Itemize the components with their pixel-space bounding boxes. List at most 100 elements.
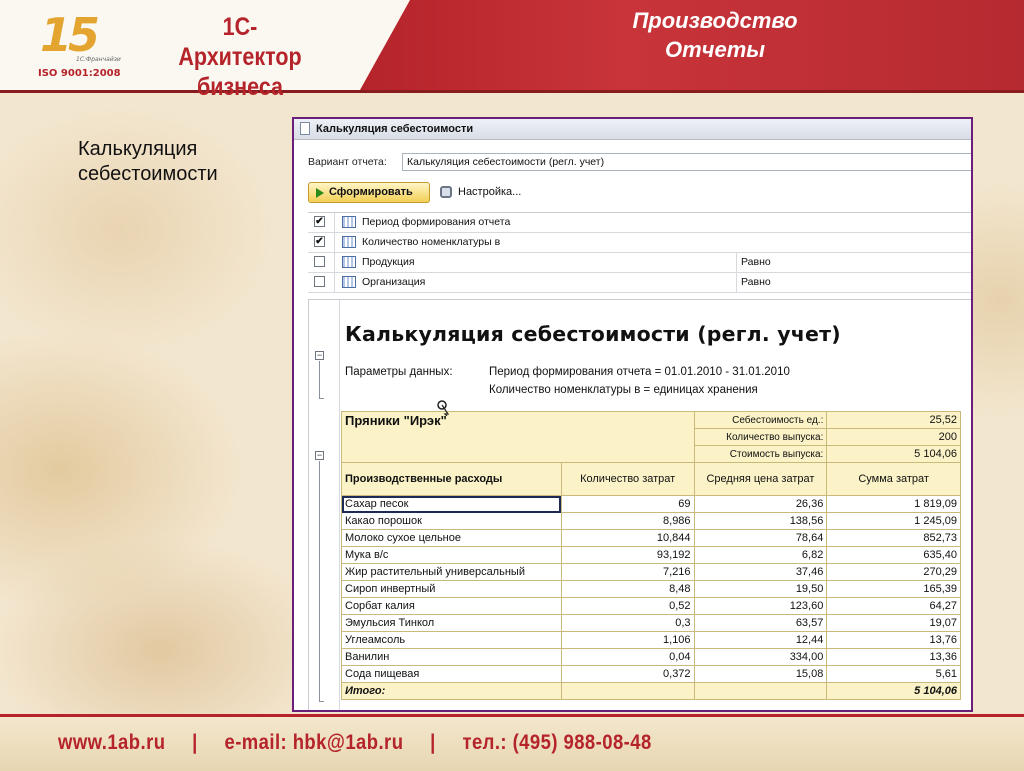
table-row[interactable]: Сироп инвертный 8,48 19,50 165,39 [341, 580, 961, 598]
table-cell[interactable]: Молоко сухое цельное [341, 529, 562, 547]
table-cell[interactable]: Сорбат калия [341, 597, 562, 615]
table-cell[interactable]: 64,27 [826, 597, 961, 615]
checkbox-checked-icon[interactable]: ✔ [314, 216, 325, 227]
table-cell[interactable]: 69 [560, 495, 695, 513]
table-cell[interactable]: Эмульсия Тинкол [341, 614, 562, 632]
table-cell[interactable]: 6,82 [693, 546, 828, 564]
table-row[interactable]: Сахар песок 69 26,36 1 819,09 [341, 495, 961, 513]
footer-website[interactable]: www.1ab.ru [58, 731, 165, 754]
table-cell[interactable]: 635,40 [826, 546, 961, 564]
filter-row-product[interactable]: Продукция Равно [308, 253, 971, 273]
table-cell[interactable]: 0,372 [560, 665, 695, 683]
table-cell[interactable]: 1 819,09 [826, 495, 961, 513]
table-cell[interactable]: 1 245,09 [826, 512, 961, 530]
table-cell[interactable]: 334,00 [693, 648, 828, 666]
iso-label: ISO 9001:2008 [38, 68, 121, 79]
slide-title: Калькуляция себестоимости [78, 137, 278, 187]
brand-line-2: бизнеса [196, 73, 284, 101]
logo-caption: 1С:Франчайзи [76, 56, 121, 63]
table-row[interactable]: Сода пищевая 0,372 15,08 5,61 [341, 665, 961, 683]
table-cell[interactable]: Сода пищевая [341, 665, 562, 683]
table-cell[interactable]: 12,44 [693, 631, 828, 649]
group-gutter: − − [309, 300, 340, 710]
table-cell[interactable]: 7,216 [560, 563, 695, 581]
window-title: Калькуляция себестоимости [316, 123, 474, 135]
table-row[interactable]: Молоко сухое цельное 10,844 78,64 852,73 [341, 529, 961, 547]
group-bracket [319, 461, 324, 702]
variant-field[interactable]: Калькуляция себестоимости (регл. учет) [402, 153, 971, 171]
collapse-minus-icon[interactable]: − [315, 351, 324, 360]
table-cell[interactable]: 0,04 [560, 648, 695, 666]
filter-operator[interactable]: Равно [736, 273, 771, 292]
section-title: Производство Отчеты [560, 6, 870, 64]
header-divider [0, 90, 1024, 93]
table-body: Сахар песок 69 26,36 1 819,09 Какао порошок 8… [341, 495, 961, 683]
checkbox-unchecked-icon[interactable] [314, 276, 325, 287]
brand-line-1: 1С-Архитектор [178, 13, 302, 71]
table-cell[interactable]: 0,52 [560, 597, 695, 615]
table-cell[interactable]: 63,57 [693, 614, 828, 632]
form-report-label: Сформировать [329, 186, 413, 198]
settings-button[interactable]: Настройка... [438, 182, 521, 203]
table-cell[interactable]: 19,07 [826, 614, 961, 632]
footer-contacts: www.1ab.ru | e-mail: hbk@1ab.ru | тел.: … [58, 731, 673, 755]
table-cell[interactable]: Сироп инвертный [341, 580, 562, 598]
window-titlebar: Калькуляция себестоимости [294, 119, 971, 140]
param-units: Количество номенклатуры в = единицах хра… [489, 384, 758, 396]
table-row[interactable]: Углеамсоль 1,106 12,44 13,76 [341, 631, 961, 649]
filter-icon [342, 276, 356, 288]
filter-row-period[interactable]: ✔ Период формирования отчета [308, 213, 971, 233]
filter-list: ✔ Период формирования отчета ✔ Количеств… [308, 212, 971, 293]
filter-row-organization[interactable]: Организация Равно [308, 273, 971, 293]
form-report-button[interactable]: Сформировать [308, 182, 430, 203]
table-row[interactable]: Ванилин 0,04 334,00 13,36 [341, 648, 961, 666]
table-cell[interactable]: 19,50 [693, 580, 828, 598]
slide-footer: www.1ab.ru | e-mail: hbk@1ab.ru | тел.: … [0, 714, 1024, 771]
table-cell[interactable]: 13,76 [826, 631, 961, 649]
collapse-minus-icon[interactable]: − [315, 451, 324, 460]
table-cell[interactable]: Сахар песок [341, 495, 562, 513]
table-cell[interactable]: Мука в/с [341, 546, 562, 564]
table-cell[interactable]: 123,60 [693, 597, 828, 615]
table-cell[interactable]: Углеамсоль [341, 631, 562, 649]
table-cell[interactable]: 78,64 [693, 529, 828, 547]
table-cell[interactable]: Жир растительный универсальный [341, 563, 562, 581]
output-qty-value: 200 [826, 428, 961, 446]
table-cell[interactable]: 1,106 [560, 631, 695, 649]
table-row[interactable]: Какао порошок 8,986 138,56 1 245,09 [341, 512, 961, 530]
table-cell[interactable]: 93,192 [560, 546, 695, 564]
table-cell[interactable]: 165,39 [826, 580, 961, 598]
table-cell[interactable]: 5,61 [826, 665, 961, 683]
filter-icon [342, 256, 356, 268]
filter-row-qty-units[interactable]: ✔ Количество номенклатуры в [308, 233, 971, 253]
table-cell[interactable]: 270,29 [826, 563, 961, 581]
checkbox-unchecked-icon[interactable] [314, 256, 325, 267]
table-cell[interactable]: 8,986 [560, 512, 695, 530]
table-cell[interactable]: Какао порошок [341, 512, 562, 530]
filter-label: Количество номенклатуры в [362, 236, 501, 248]
table-cell[interactable]: 138,56 [693, 512, 828, 530]
mouse-cursor-icon [437, 400, 450, 416]
footer-phone: тел.: (495) 988-08-48 [462, 731, 652, 754]
footer-separator: | [430, 731, 436, 754]
section-line-2: Отчеты [664, 37, 766, 62]
filter-operator[interactable]: Равно [736, 253, 771, 272]
table-cell[interactable]: 13,36 [826, 648, 961, 666]
table-cell[interactable]: 0,3 [560, 614, 695, 632]
table-cell[interactable]: 37,46 [693, 563, 828, 581]
table-cell[interactable]: 10,844 [560, 529, 695, 547]
footer-email[interactable]: e-mail: hbk@1ab.ru [224, 731, 403, 754]
table-cell[interactable]: Ванилин [341, 648, 562, 666]
brand-title: 1С-Архитектор бизнеса [163, 12, 318, 102]
table-row[interactable]: Жир растительный универсальный 7,216 37,46… [341, 563, 961, 581]
divider [334, 233, 335, 252]
table-cell[interactable]: 26,36 [693, 495, 828, 513]
table-cell[interactable]: 852,73 [826, 529, 961, 547]
checkbox-checked-icon[interactable]: ✔ [314, 236, 325, 247]
table-cell[interactable]: 15,08 [693, 665, 828, 683]
table-row[interactable]: Эмульсия Тинкол 0,3 63,57 19,07 [341, 614, 961, 632]
logo-icon: 15 [40, 8, 100, 62]
table-cell[interactable]: 8,48 [560, 580, 695, 598]
table-row[interactable]: Сорбат калия 0,52 123,60 64,27 [341, 597, 961, 615]
table-row[interactable]: Мука в/с 93,192 6,82 635,40 [341, 546, 961, 564]
